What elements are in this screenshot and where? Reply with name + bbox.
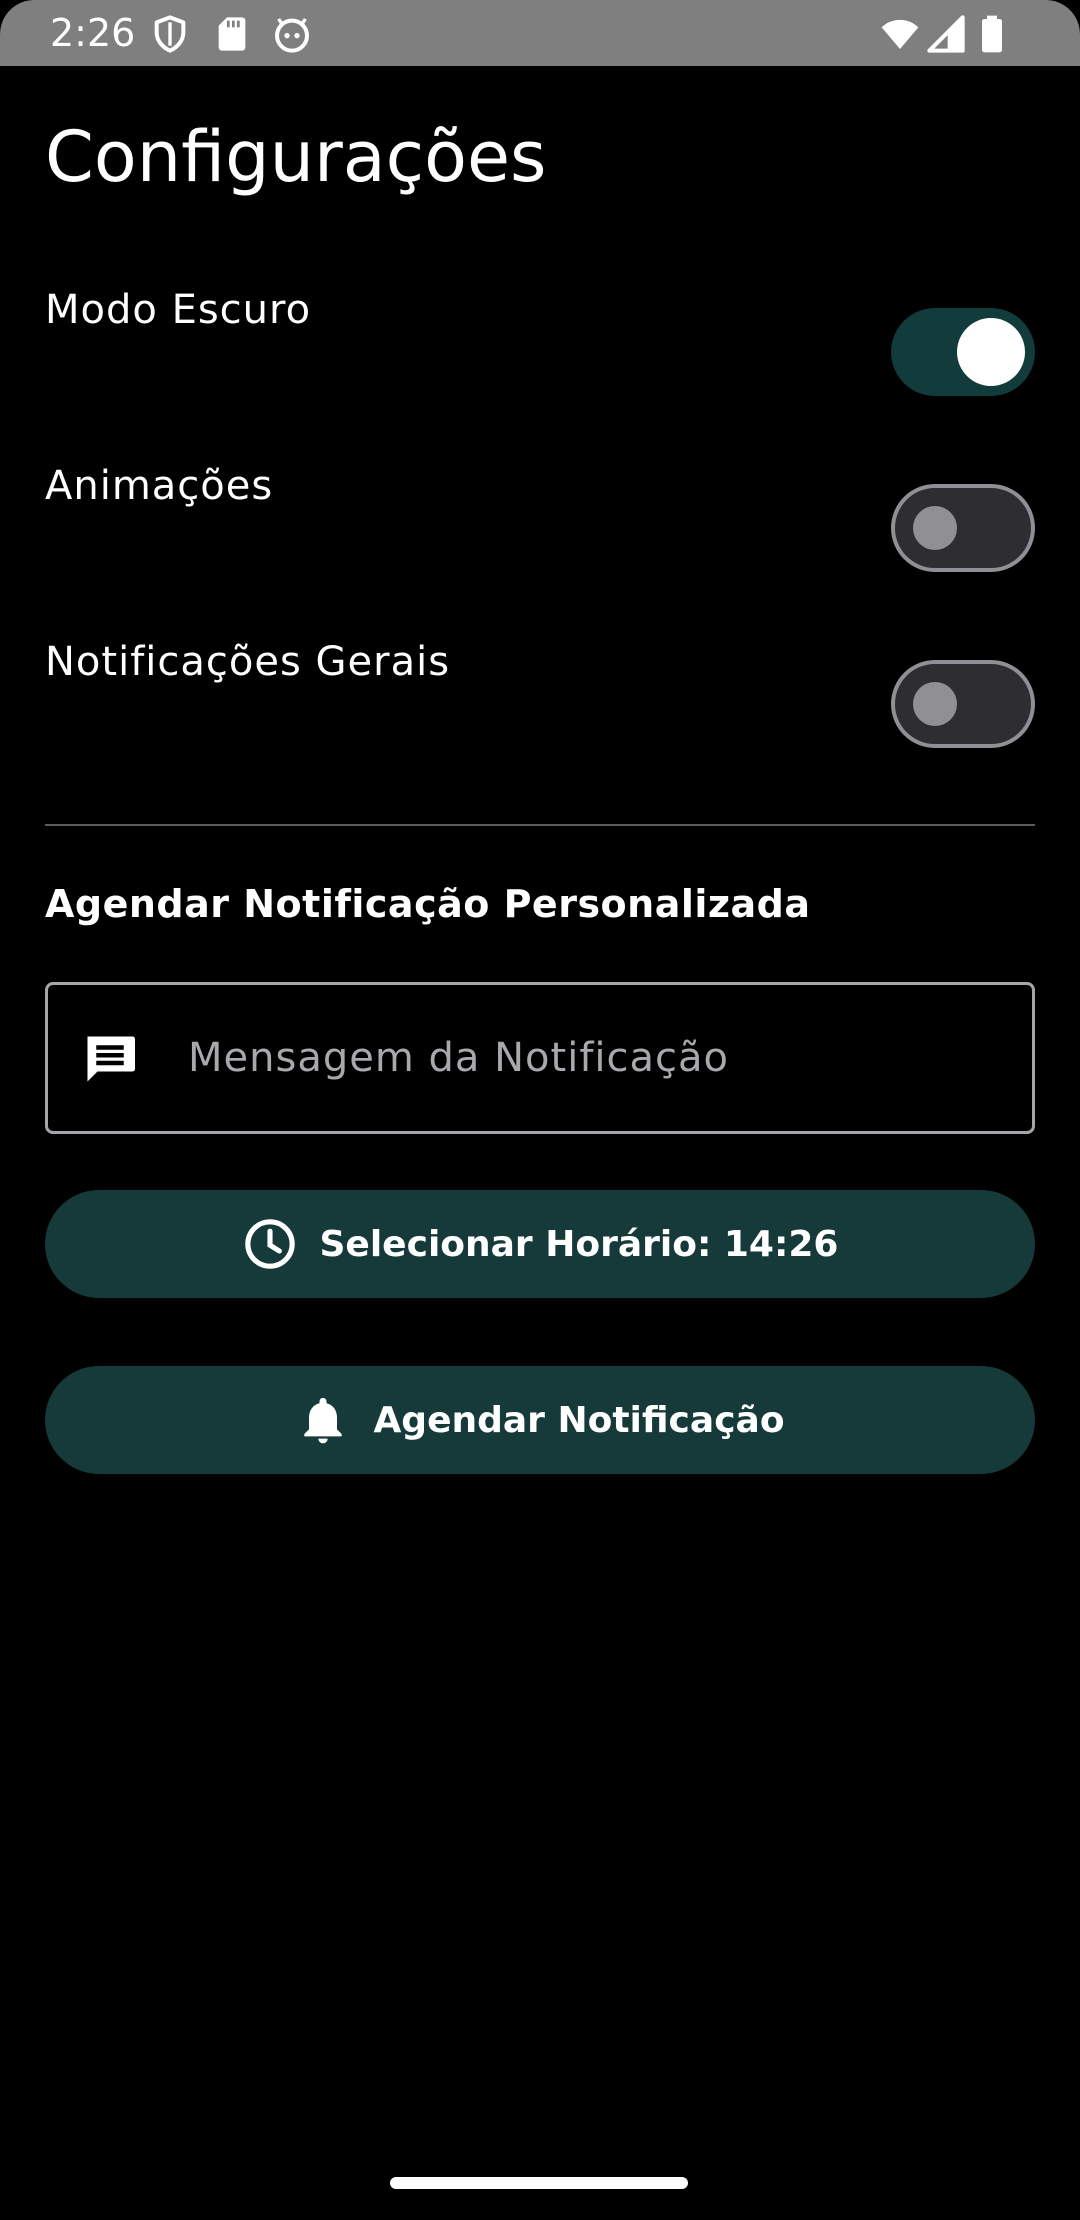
setting-row-animations: Animações [45,458,1035,572]
switch-thumb [913,506,957,550]
message-icon [80,1029,140,1089]
status-bar: 2:26 [0,0,1080,66]
shield-icon [150,14,190,54]
message-input-container[interactable] [45,982,1035,1134]
select-time-label: Selecionar Horário: 14:26 [319,1223,839,1265]
section-divider [45,824,1035,826]
sd-card-icon [212,14,252,54]
page-title: Configurações [45,116,547,198]
bell-icon [295,1392,351,1448]
dark-mode-switch[interactable] [891,308,1035,396]
section-title: Agendar Notificação Personalizada [45,882,811,926]
message-input[interactable] [188,1023,1008,1093]
settings-screen: 2:26 Configurações Modo Escuro Animações [0,0,1080,2220]
home-indicator[interactable] [390,2177,688,2189]
schedule-notification-label: Agendar Notificação [373,1399,785,1441]
status-time: 2:26 [50,11,136,55]
android-face-icon [272,14,312,54]
setting-label-general-notifications: Notificações Gerais [45,639,451,685]
setting-label-dark-mode: Modo Escuro [45,287,312,333]
switch-thumb [957,318,1025,386]
schedule-notification-button[interactable]: Agendar Notificação [45,1366,1035,1474]
wifi-icon [880,14,920,54]
general-notifications-switch[interactable] [891,660,1035,748]
setting-label-animations: Animações [45,463,274,509]
cellular-signal-icon [926,14,966,54]
select-time-button[interactable]: Selecionar Horário: 14:26 [45,1190,1035,1298]
setting-row-dark-mode: Modo Escuro [45,282,1035,396]
setting-row-general-notifications: Notificações Gerais [45,634,1035,748]
switch-thumb [913,682,957,726]
battery-icon [972,14,1012,54]
clock-icon [242,1216,298,1272]
animations-switch[interactable] [891,484,1035,572]
